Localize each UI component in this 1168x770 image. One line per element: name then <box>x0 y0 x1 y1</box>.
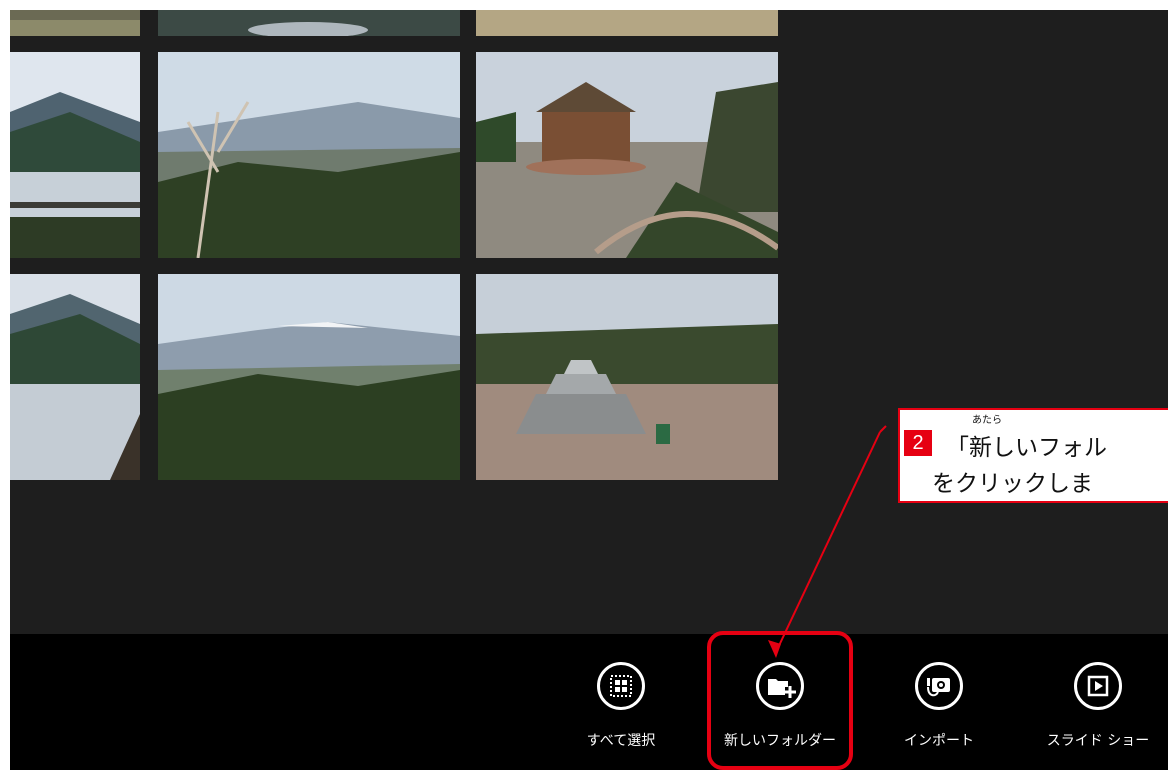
photo-thumbnail-mountain-2[interactable] <box>158 274 460 480</box>
callout-text-line2: をクリックしま <box>932 471 1093 497</box>
photo-thumbnail-top-middle[interactable] <box>158 10 460 36</box>
instruction-callout: 2 あたら 「新しいフォル をクリックしま <box>898 408 1168 503</box>
slideshow-icon <box>1074 662 1122 710</box>
photo-thumbnail-lake-2[interactable] <box>10 274 140 480</box>
select-all-label: すべて選択 <box>586 733 656 749</box>
import-camera-icon <box>915 662 963 710</box>
callout-text-line1: 「新しいフォル <box>946 435 1107 461</box>
select-all-icon <box>597 662 645 710</box>
photo-thumbnail-gazebo[interactable] <box>476 52 778 258</box>
photo-thumbnail-mountain-1[interactable] <box>158 52 460 258</box>
highlight-box <box>707 631 853 770</box>
photos-app-screen: すべて選択 新しいフォルダー インポート スライド ショー <box>10 10 1168 770</box>
app-bar: すべて選択 新しいフォルダー インポート スライド ショー <box>10 634 1168 770</box>
select-all-button[interactable]: すべて選択 <box>563 634 683 770</box>
photo-thumbnail-top-left[interactable] <box>10 10 140 36</box>
photo-thumbnail-top-right[interactable] <box>476 10 778 36</box>
step-number: 2 <box>904 430 932 456</box>
import-label: インポート <box>904 733 974 749</box>
furigana: あたら <box>972 415 1002 426</box>
slideshow-button[interactable]: スライド ショー <box>1040 634 1160 770</box>
photo-thumbnail-fountain[interactable] <box>476 274 778 480</box>
import-button[interactable]: インポート <box>881 634 1001 770</box>
photo-thumbnail-lake-1[interactable] <box>10 52 140 258</box>
slideshow-label: スライド ショー <box>1046 733 1150 749</box>
